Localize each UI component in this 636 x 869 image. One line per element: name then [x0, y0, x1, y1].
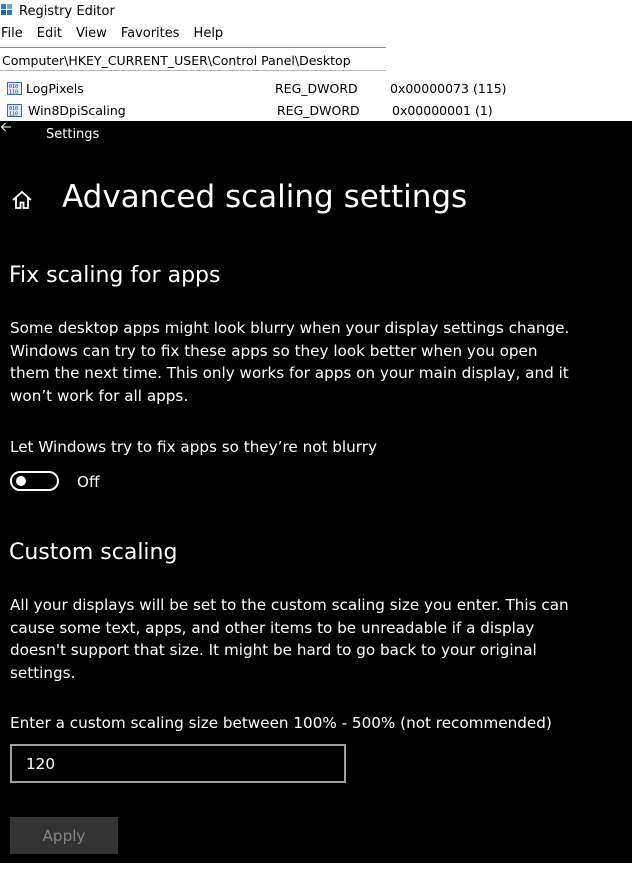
- value-data: 0x00000001 (1): [392, 103, 493, 118]
- menu-favorites[interactable]: Favorites: [115, 26, 188, 46]
- value-type: REG_DWORD: [275, 81, 358, 96]
- custom-scaling-description: All your displays will be set to the cus…: [10, 596, 569, 682]
- toggle-knob: [16, 476, 26, 486]
- registry-title-bar: Registry Editor: [0, 0, 386, 22]
- settings-window: Settings Advanced scaling settings Fix s…: [0, 121, 632, 863]
- custom-scaling-input[interactable]: 120: [10, 744, 346, 783]
- apply-button[interactable]: Apply: [10, 817, 118, 854]
- menu-divider: [0, 47, 386, 48]
- menu-help[interactable]: Help: [188, 26, 232, 46]
- registry-value-row[interactable]: 010 110 Win8DpiScaling REG_DWORD 0x00000…: [0, 101, 636, 121]
- registry-icon: [1, 4, 13, 18]
- address-bar[interactable]: Computer\HKEY_CURRENT_USER\Control Panel…: [0, 51, 386, 71]
- registry-menu-bar: File Edit View Favorites Help: [0, 26, 231, 46]
- custom-scaling-value: 120: [26, 754, 55, 773]
- binary-value-icon: 010 110: [7, 82, 22, 96]
- registry-title: Registry Editor: [19, 3, 115, 19]
- fix-apps-toggle[interactable]: [10, 471, 59, 491]
- fix-scaling-heading: Fix scaling for apps: [9, 263, 221, 288]
- toggle-state-text: Off: [77, 473, 100, 491]
- value-name: LogPixels: [26, 81, 84, 96]
- value-data: 0x00000073 (115): [390, 81, 507, 96]
- value-name: Win8DpiScaling: [28, 103, 126, 118]
- value-type: REG_DWORD: [277, 103, 360, 118]
- fix-apps-toggle-label: Let Windows try to fix apps so they’re n…: [10, 438, 377, 456]
- apply-button-label: Apply: [42, 826, 86, 845]
- svg-text:110: 110: [9, 112, 18, 118]
- custom-scaling-heading: Custom scaling: [9, 540, 178, 565]
- registry-editor-window: Registry Editor File Edit View Favorites…: [0, 0, 636, 121]
- menu-file[interactable]: File: [0, 26, 31, 46]
- settings-window-title: Settings: [46, 127, 100, 142]
- custom-scaling-entry-label: Enter a custom scaling size between 100%…: [10, 714, 552, 732]
- menu-edit[interactable]: Edit: [31, 26, 70, 46]
- registry-value-row[interactable]: 010 110 LogPixels REG_DWORD 0x00000073 (…: [0, 79, 636, 99]
- binary-value-icon: 010 110: [7, 104, 22, 118]
- home-icon[interactable]: [11, 189, 33, 211]
- fix-scaling-description: Some desktop apps might look blurry when…: [10, 319, 570, 405]
- page-title: Advanced scaling settings: [62, 179, 468, 215]
- back-arrow-icon[interactable]: [0, 121, 14, 135]
- svg-text:110: 110: [9, 90, 18, 96]
- menu-view[interactable]: View: [70, 26, 115, 46]
